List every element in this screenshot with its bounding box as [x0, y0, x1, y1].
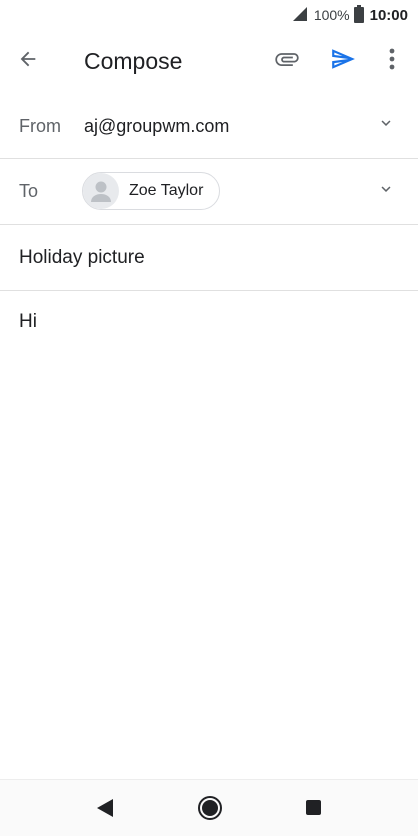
more-vert-icon [389, 48, 395, 75]
attach-button[interactable] [272, 47, 302, 75]
triangle-back-icon [97, 799, 113, 817]
compose-screen: 100% 10:00 Compose From aj@groupwm.com T… [0, 0, 418, 836]
send-icon [330, 46, 356, 77]
recipient-chip[interactable]: Zoe Taylor [82, 172, 221, 210]
app-bar: Compose [0, 30, 418, 92]
to-dropdown-button[interactable] [376, 181, 396, 201]
nav-recents-button[interactable] [305, 799, 322, 816]
person-icon [91, 181, 111, 202]
circle-home-icon [198, 796, 222, 820]
to-label: To [19, 181, 39, 201]
recipient-name: Zoe Taylor [129, 182, 204, 199]
battery-percent: 100% [313, 7, 350, 23]
nav-back-button[interactable] [95, 797, 115, 819]
clock: 10:00 [369, 6, 408, 24]
send-button[interactable] [329, 47, 357, 75]
to-row[interactable]: To Zoe Taylor [0, 159, 418, 225]
from-dropdown-button[interactable] [376, 115, 396, 135]
page-title: Compose [84, 48, 183, 74]
body-field[interactable]: Hi [19, 311, 37, 333]
chevron-down-icon [377, 114, 395, 137]
square-recents-icon [306, 800, 321, 815]
back-button[interactable] [14, 47, 42, 75]
avatar [83, 173, 119, 209]
more-options-button[interactable] [380, 47, 404, 75]
chevron-down-icon [377, 180, 395, 203]
subject-text: Holiday picture [19, 247, 145, 268]
status-bar: 100% 10:00 [0, 0, 418, 30]
navigation-bar [0, 779, 418, 836]
from-label: From [19, 116, 61, 136]
nav-home-button[interactable] [197, 795, 223, 821]
battery-icon [353, 4, 364, 26]
paperclip-icon [273, 45, 301, 78]
arrow-back-icon [17, 48, 39, 75]
from-value: aj@groupwm.com [84, 116, 230, 136]
signal-icon [292, 6, 308, 25]
from-row[interactable]: From aj@groupwm.com [0, 92, 418, 159]
subject-field[interactable]: Holiday picture [0, 225, 418, 291]
